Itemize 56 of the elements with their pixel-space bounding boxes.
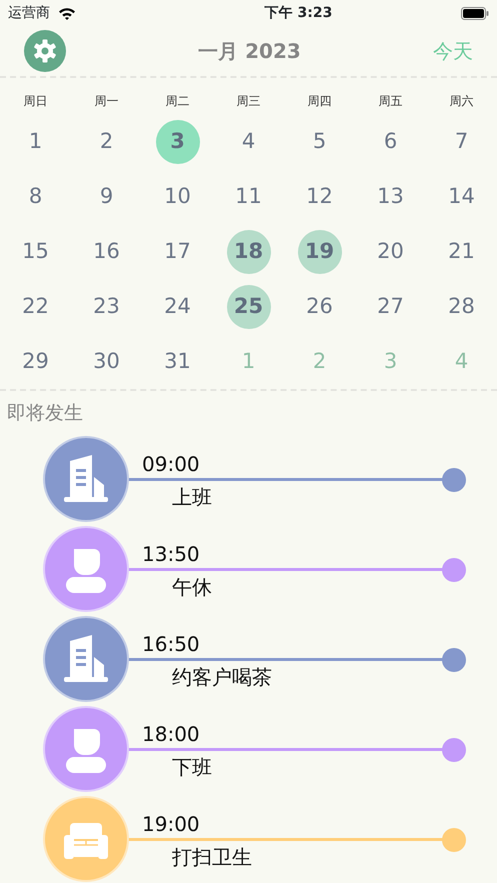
day-cell[interactable]: 30	[84, 340, 128, 384]
event-title: 约客户喝茶	[172, 666, 272, 688]
day-cell[interactable]: 17	[156, 230, 200, 274]
event-time: 18:00	[142, 724, 200, 744]
event-time: 09:00	[142, 454, 200, 474]
day-cell[interactable]: 27	[368, 284, 412, 328]
day-cell[interactable]: 23	[84, 284, 128, 328]
day-cell[interactable]: 28	[440, 284, 484, 328]
weekday-label: 周一	[94, 94, 118, 108]
battery-icon	[460, 6, 489, 20]
day-cell[interactable]: 15	[14, 230, 58, 274]
event-title: 下班	[172, 756, 212, 778]
day-cell[interactable]: 26	[298, 284, 342, 328]
event-time: 13:50	[142, 544, 200, 564]
status-time: 下午 3:23	[264, 4, 332, 22]
day-cell[interactable]: 3	[156, 120, 200, 164]
day-cell[interactable]: 18	[226, 230, 270, 274]
day-cell[interactable]: 4	[226, 120, 270, 164]
event-title: 午休	[172, 576, 212, 598]
day-cell[interactable]: 29	[14, 340, 58, 384]
weekday-label: 周五	[378, 94, 402, 108]
wifi-icon	[58, 6, 76, 20]
day-cell[interactable]: 14	[440, 174, 484, 218]
day-cell[interactable]: 9	[84, 174, 128, 218]
day-cell[interactable]: 16	[84, 230, 128, 274]
day-cell[interactable]: 24	[156, 284, 200, 328]
settings-button[interactable]	[24, 30, 66, 72]
event-title: 上班	[172, 486, 212, 508]
day-cell[interactable]: 19	[298, 230, 342, 274]
event-title: 打扫卫生	[172, 846, 252, 868]
settings-icon	[32, 38, 58, 64]
day-cell[interactable]: 31	[156, 340, 200, 384]
day-cell[interactable]: 13	[368, 174, 412, 218]
event-time: 16:50	[142, 634, 200, 654]
day-cell[interactable]: 22	[14, 284, 58, 328]
carrier-name: 运营商	[8, 4, 50, 22]
day-cell[interactable]: 7	[440, 120, 484, 164]
day-cell[interactable]: 6	[368, 120, 412, 164]
weekday-label: 周三	[236, 94, 260, 108]
day-cell[interactable]: 2	[84, 120, 128, 164]
day-cell[interactable]: 20	[368, 230, 412, 274]
day-cell[interactable]: 8	[14, 174, 58, 218]
day-cell[interactable]: 25	[226, 284, 270, 328]
day-cell[interactable]: 11	[226, 174, 270, 218]
month-title: 一月 2023	[198, 38, 301, 65]
day-cell[interactable]: 21	[440, 230, 484, 274]
day-cell[interactable]: 5	[298, 120, 342, 164]
weekday-label: 周六	[450, 94, 474, 108]
day-cell[interactable]: 12	[298, 174, 342, 218]
weekday-label: 周二	[166, 94, 190, 108]
section-title: 即将发生	[6, 401, 84, 426]
event-time: 19:00	[142, 814, 200, 834]
day-cell[interactable]: 10	[156, 174, 200, 218]
day-cell[interactable]: 1	[14, 120, 58, 164]
weekday-label: 周四	[308, 94, 332, 108]
weekday-label: 周日	[24, 94, 48, 108]
